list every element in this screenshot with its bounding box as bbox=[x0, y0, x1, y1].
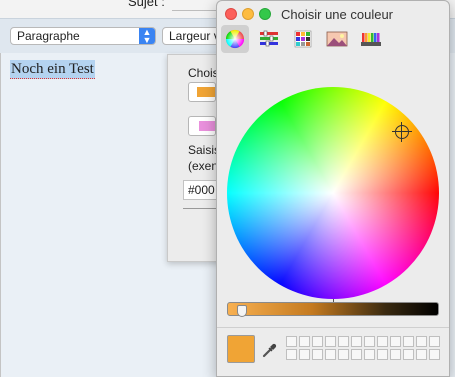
current-color-swatch[interactable] bbox=[227, 335, 255, 363]
updown-arrows-icon: ▲ ▼ bbox=[139, 28, 155, 45]
saved-swatch-cell[interactable] bbox=[338, 349, 349, 360]
picker-mode-tabs bbox=[217, 25, 449, 53]
saved-swatch-cell[interactable] bbox=[312, 336, 323, 347]
crayons-icon bbox=[361, 33, 381, 46]
eyedropper-icon[interactable] bbox=[261, 341, 279, 359]
subject-label: Sujet : bbox=[128, 0, 165, 9]
saved-swatch-cell[interactable] bbox=[403, 349, 414, 360]
tab-image-palettes[interactable] bbox=[323, 25, 351, 53]
color-crosshair-icon[interactable] bbox=[392, 122, 412, 142]
message-body-text[interactable]: Noch ein Test bbox=[10, 60, 95, 79]
editor-border bbox=[0, 53, 1, 377]
palettes-icon bbox=[294, 30, 312, 48]
hue-saturation-wheel[interactable] bbox=[227, 87, 439, 299]
brightness-slider-knob[interactable] bbox=[237, 305, 247, 317]
saved-swatch-cell[interactable] bbox=[429, 336, 440, 347]
color-picker-window: Choisir une couleur bbox=[216, 0, 450, 377]
saved-swatch-cell[interactable] bbox=[312, 349, 323, 360]
saved-swatch-cell[interactable] bbox=[351, 336, 362, 347]
saved-swatch-cell[interactable] bbox=[377, 336, 388, 347]
saved-swatch-cell[interactable] bbox=[325, 349, 336, 360]
title-bar[interactable]: Choisir une couleur bbox=[217, 1, 449, 25]
text-color-swatch bbox=[197, 87, 215, 97]
saved-swatch-cell[interactable] bbox=[351, 349, 362, 360]
tab-color-wheel[interactable] bbox=[221, 25, 249, 53]
saved-swatch-cell[interactable] bbox=[377, 349, 388, 360]
saved-swatch-cell[interactable] bbox=[416, 349, 427, 360]
saved-swatch-cell[interactable] bbox=[286, 349, 297, 360]
text-color-well[interactable] bbox=[188, 82, 216, 102]
saved-swatch-cell[interactable] bbox=[416, 336, 427, 347]
tab-sliders[interactable] bbox=[255, 25, 283, 53]
saved-swatch-cell[interactable] bbox=[325, 336, 336, 347]
saved-swatch-cell[interactable] bbox=[364, 349, 375, 360]
saved-swatch-cell[interactable] bbox=[364, 336, 375, 347]
image-palettes-icon bbox=[326, 31, 348, 47]
saved-swatch-cell[interactable] bbox=[338, 336, 349, 347]
color-wheel[interactable] bbox=[227, 87, 439, 299]
width-button[interactable]: Largeur v bbox=[162, 27, 222, 45]
picker-divider bbox=[217, 327, 449, 328]
minimize-button[interactable] bbox=[242, 8, 254, 20]
sliders-icon bbox=[260, 30, 278, 47]
saved-swatch-cell[interactable] bbox=[299, 336, 310, 347]
background-color-well[interactable] bbox=[188, 116, 216, 136]
paragraph-style-select[interactable]: Paragraphe ▲ ▼ bbox=[10, 27, 156, 45]
paragraph-style-value: Paragraphe bbox=[17, 29, 80, 43]
color-wheel-icon bbox=[226, 29, 244, 49]
saved-swatch-cell[interactable] bbox=[403, 336, 414, 347]
saved-swatch-cell[interactable] bbox=[390, 336, 401, 347]
choose-color-label: Chois bbox=[188, 66, 219, 80]
saved-swatch-cell[interactable] bbox=[299, 349, 310, 360]
saved-swatch-cell[interactable] bbox=[429, 349, 440, 360]
window-title: Choisir une couleur bbox=[281, 7, 394, 22]
zoom-button[interactable] bbox=[259, 8, 271, 20]
tab-crayons[interactable] bbox=[357, 25, 385, 53]
background-color-swatch bbox=[199, 121, 215, 131]
saved-swatch-cell[interactable] bbox=[286, 336, 297, 347]
brightness-slider[interactable] bbox=[227, 302, 439, 316]
saved-swatch-cell[interactable] bbox=[390, 349, 401, 360]
tab-palettes[interactable] bbox=[289, 25, 317, 53]
close-button[interactable] bbox=[225, 8, 237, 20]
example-label: (exen bbox=[188, 159, 219, 173]
